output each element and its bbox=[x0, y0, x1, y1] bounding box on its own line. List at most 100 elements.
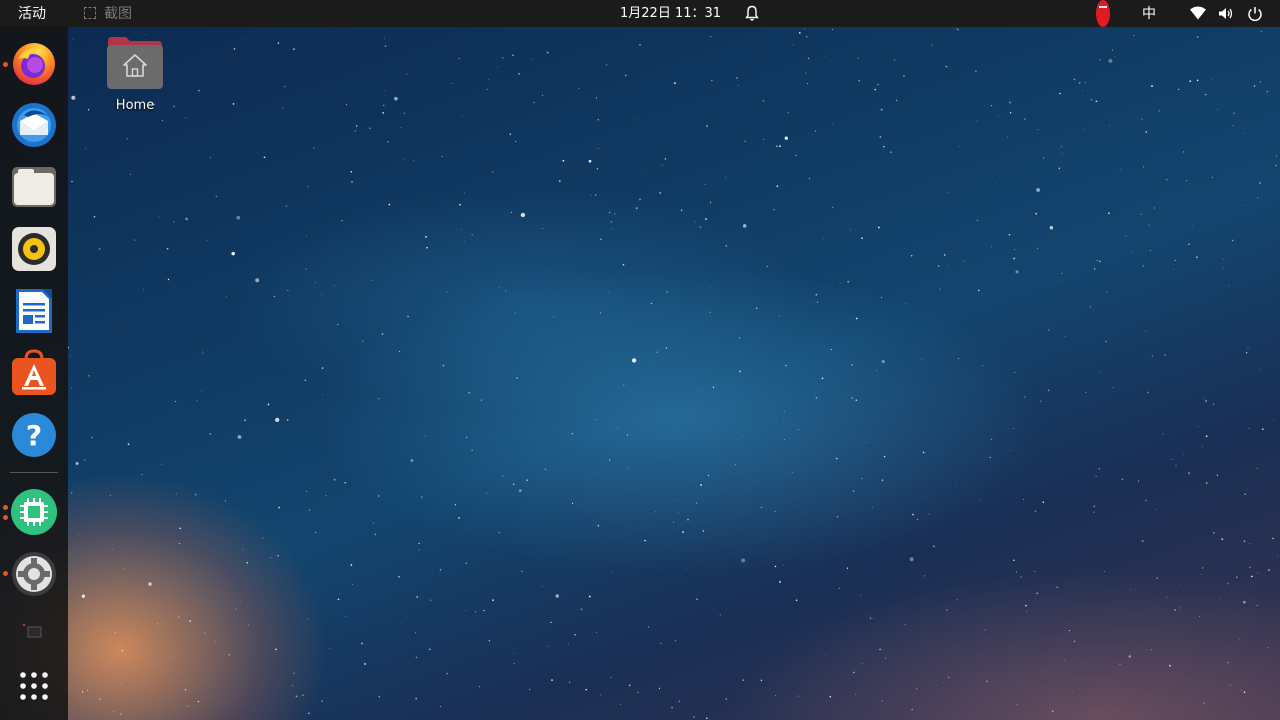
star bbox=[1266, 90, 1269, 93]
star bbox=[446, 672, 448, 675]
ubuntu-software-icon[interactable] bbox=[10, 349, 58, 397]
star bbox=[1015, 571, 1018, 573]
star bbox=[881, 700, 883, 702]
desktop-home-folder[interactable]: Home bbox=[104, 35, 166, 115]
star bbox=[610, 220, 613, 223]
star bbox=[384, 38, 385, 39]
volume-icon[interactable] bbox=[1218, 0, 1234, 27]
star bbox=[1151, 355, 1153, 357]
star bbox=[509, 133, 512, 135]
star bbox=[1242, 132, 1244, 134]
star bbox=[267, 403, 270, 406]
star bbox=[471, 233, 473, 236]
star bbox=[425, 236, 427, 238]
star bbox=[442, 364, 445, 367]
firefox-icon[interactable] bbox=[10, 39, 58, 87]
star bbox=[825, 654, 827, 655]
star bbox=[148, 582, 152, 586]
star bbox=[1064, 336, 1066, 338]
star bbox=[1192, 224, 1194, 226]
star bbox=[1036, 188, 1041, 192]
star bbox=[976, 219, 979, 222]
star bbox=[350, 564, 353, 566]
star bbox=[955, 28, 957, 29]
star bbox=[285, 205, 287, 207]
input-method-indicator[interactable]: 中 bbox=[1142, 0, 1156, 27]
running-indicator bbox=[3, 571, 8, 576]
star bbox=[1120, 169, 1122, 171]
help-icon[interactable]: ? bbox=[10, 411, 58, 459]
star bbox=[1249, 543, 1251, 545]
do-not-disturb-icon[interactable] bbox=[1096, 0, 1110, 27]
libreoffice-writer-icon[interactable] bbox=[10, 287, 58, 335]
star bbox=[710, 36, 712, 38]
star bbox=[497, 66, 498, 68]
thunderbird-icon[interactable] bbox=[10, 101, 58, 149]
star bbox=[855, 693, 857, 695]
files-icon[interactable] bbox=[10, 163, 58, 211]
star bbox=[1061, 272, 1063, 274]
running-indicator bbox=[3, 62, 8, 67]
power-icon[interactable] bbox=[1247, 0, 1263, 27]
star bbox=[1247, 346, 1249, 349]
star bbox=[1015, 270, 1019, 274]
star bbox=[1201, 446, 1203, 448]
star bbox=[658, 687, 661, 689]
app-menu[interactable]: 截图 bbox=[84, 0, 132, 27]
star bbox=[1183, 453, 1185, 455]
star bbox=[121, 649, 124, 652]
star bbox=[308, 509, 311, 511]
star bbox=[486, 492, 488, 494]
star bbox=[760, 679, 763, 681]
system-monitor-icon[interactable] bbox=[10, 488, 58, 536]
star bbox=[513, 663, 515, 665]
rhythmbox-icon[interactable] bbox=[10, 225, 58, 273]
star bbox=[1140, 213, 1142, 215]
star bbox=[933, 545, 935, 547]
star bbox=[600, 312, 601, 314]
star bbox=[418, 542, 420, 545]
star bbox=[1183, 151, 1185, 153]
settings-icon[interactable] bbox=[10, 550, 58, 598]
star bbox=[451, 83, 453, 84]
star bbox=[785, 364, 787, 367]
star bbox=[306, 618, 308, 620]
star bbox=[293, 672, 295, 674]
star bbox=[425, 435, 427, 437]
star bbox=[1202, 398, 1204, 399]
star bbox=[381, 333, 384, 335]
star bbox=[1154, 604, 1156, 606]
terminal-icon[interactable] bbox=[10, 612, 58, 660]
home-label: Home bbox=[115, 98, 155, 113]
star bbox=[1256, 467, 1258, 469]
star bbox=[337, 324, 339, 326]
show-applications-icon[interactable] bbox=[10, 664, 58, 712]
running-indicator bbox=[3, 505, 8, 510]
star bbox=[559, 180, 561, 182]
star bbox=[990, 104, 993, 107]
star bbox=[429, 599, 432, 601]
star bbox=[333, 478, 336, 481]
star bbox=[1259, 182, 1261, 184]
wifi-icon[interactable] bbox=[1190, 0, 1206, 27]
star bbox=[595, 419, 597, 421]
star bbox=[373, 522, 375, 524]
star bbox=[976, 120, 978, 122]
star bbox=[588, 159, 592, 163]
star bbox=[571, 432, 574, 435]
star bbox=[610, 676, 612, 679]
notification-bell-icon[interactable] bbox=[744, 0, 760, 27]
star bbox=[808, 177, 810, 179]
starfield bbox=[67, 28, 1278, 720]
activities-button[interactable]: 活动 bbox=[18, 0, 46, 27]
clock[interactable]: 1月22日 11：31 bbox=[620, 0, 721, 27]
star bbox=[305, 490, 308, 492]
star bbox=[516, 377, 518, 379]
star bbox=[945, 65, 948, 68]
star bbox=[339, 593, 341, 595]
star bbox=[173, 105, 175, 107]
star bbox=[704, 184, 706, 185]
star bbox=[519, 489, 522, 492]
star bbox=[855, 317, 858, 320]
star bbox=[295, 695, 298, 698]
